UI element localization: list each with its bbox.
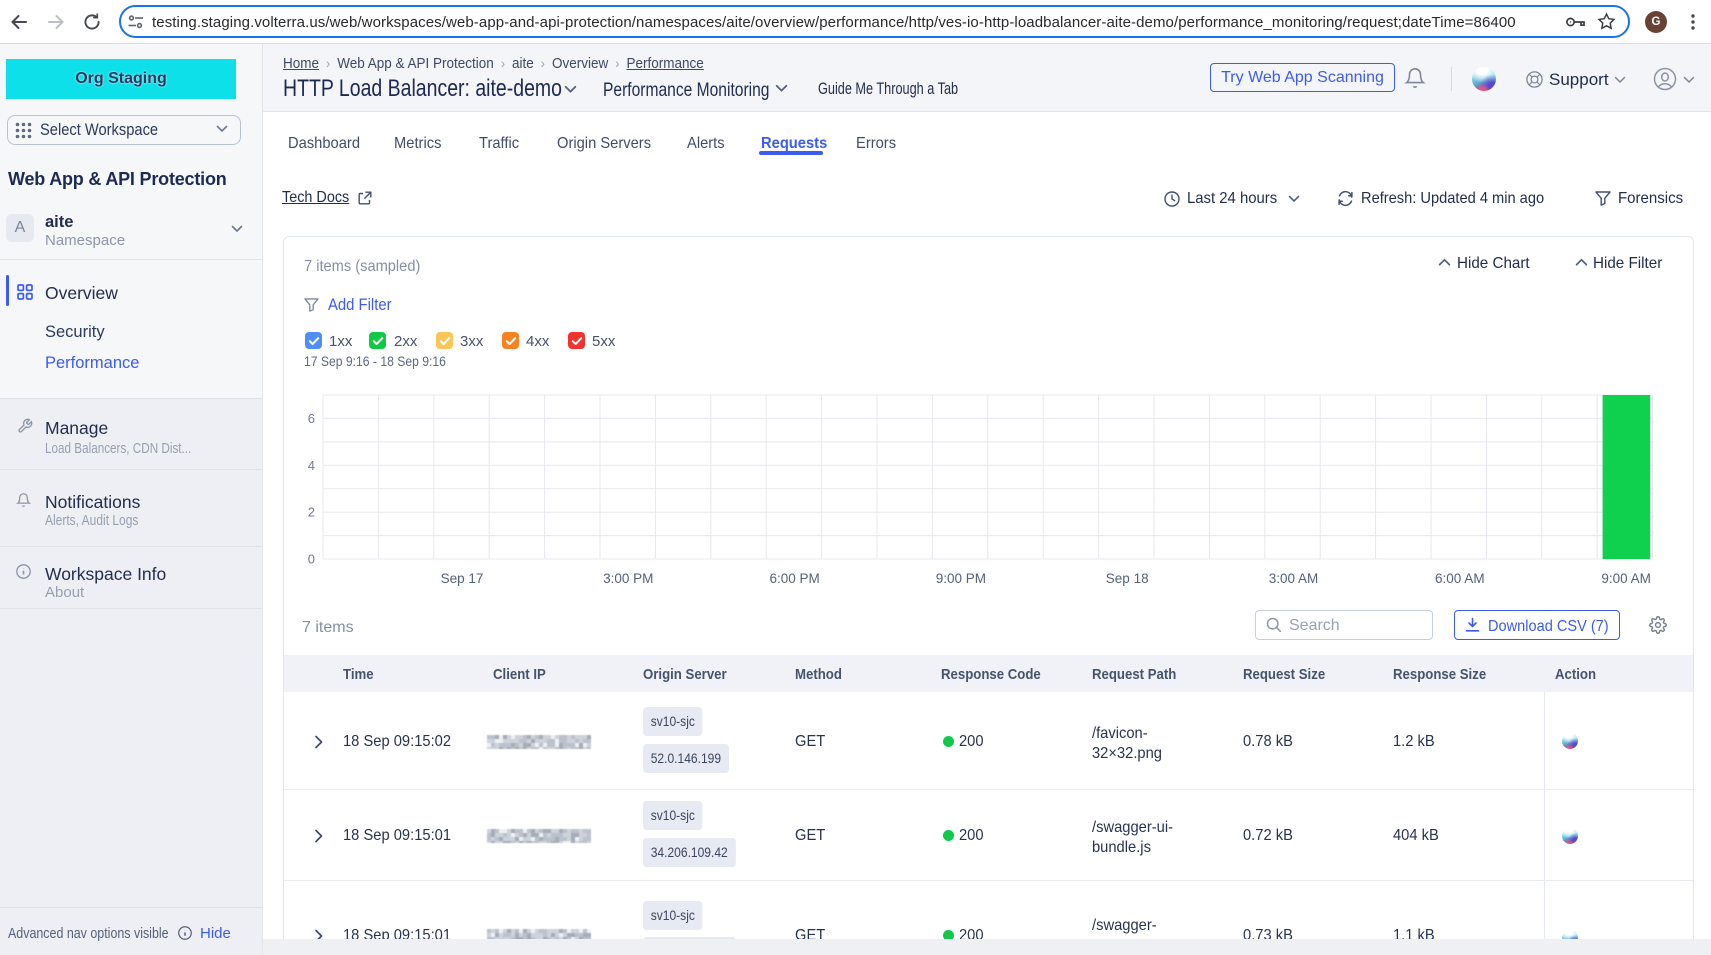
svg-text:Sep 17: Sep 17	[441, 571, 484, 586]
svg-text:2: 2	[308, 505, 315, 520]
svg-text:4: 4	[308, 458, 315, 473]
svg-text:6:00 PM: 6:00 PM	[769, 571, 819, 586]
svg-text:3:00 PM: 3:00 PM	[603, 571, 653, 586]
svg-text:Sep 18: Sep 18	[1106, 571, 1149, 586]
svg-text:9:00 AM: 9:00 AM	[1601, 571, 1651, 586]
svg-text:0: 0	[308, 552, 315, 567]
svg-text:9:00 PM: 9:00 PM	[936, 571, 986, 586]
svg-text:6:00 AM: 6:00 AM	[1435, 571, 1485, 586]
svg-text:3:00 AM: 3:00 AM	[1269, 571, 1319, 586]
svg-text:6: 6	[308, 411, 315, 426]
